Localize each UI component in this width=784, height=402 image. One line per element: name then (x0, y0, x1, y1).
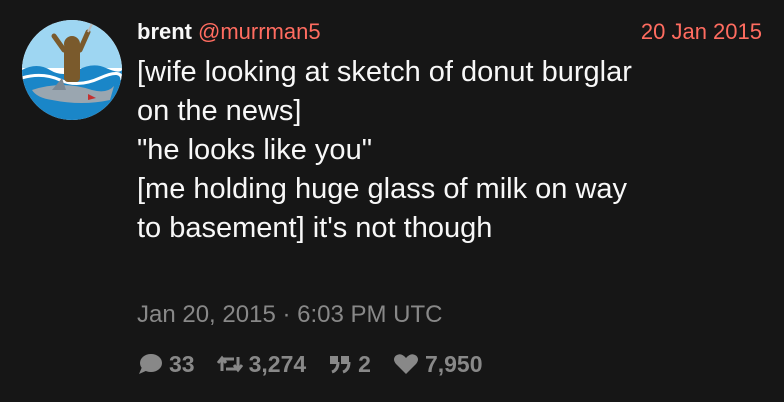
comment-count: 33 (169, 350, 195, 377)
tweet: brent @murrman5 20 Jan 2015 [wife looking… (0, 0, 784, 402)
like-count: 7,950 (424, 350, 483, 377)
retweet-icon (216, 355, 243, 373)
avatar-image (22, 20, 122, 120)
username-link[interactable]: @murrman5 (198, 19, 321, 44)
retweet-count: 3,274 (248, 350, 307, 377)
tweet-content: [wife looking at sketch of donut burglar… (137, 53, 767, 248)
tweet-text-line: on the news] (137, 95, 302, 127)
avatar[interactable] (22, 20, 122, 120)
tweet-text-line: "he looks like you" (137, 134, 372, 166)
tweet-text-line: to basement] it's not though (137, 212, 493, 244)
tweet-header: brent @murrman5 20 Jan 2015 (137, 18, 762, 46)
fullname-link[interactable]: brent (137, 19, 192, 44)
quote-icon (330, 356, 351, 374)
like-stat[interactable]: 7,950 (393, 351, 483, 378)
tweet-stats: 33 3,274 2 7,950 (137, 349, 505, 379)
heart-icon (393, 354, 418, 374)
tweet-text-line: [wife looking at sketch of donut burglar (137, 56, 632, 88)
comment-icon (139, 354, 162, 374)
retweet-stat[interactable]: 3,274 (216, 350, 307, 378)
tweet-text-line: [me holding huge glass of milk on way (137, 173, 628, 205)
tweet-date-link[interactable]: 20 Jan 2015 (641, 18, 762, 46)
tweet-published-date: Jan 20, 2015 · 6:03 PM UTC (137, 301, 443, 328)
quote-stat[interactable]: 2 (328, 351, 371, 378)
quote-count: 2 (358, 350, 371, 377)
comment-stat[interactable]: 33 (137, 351, 195, 378)
